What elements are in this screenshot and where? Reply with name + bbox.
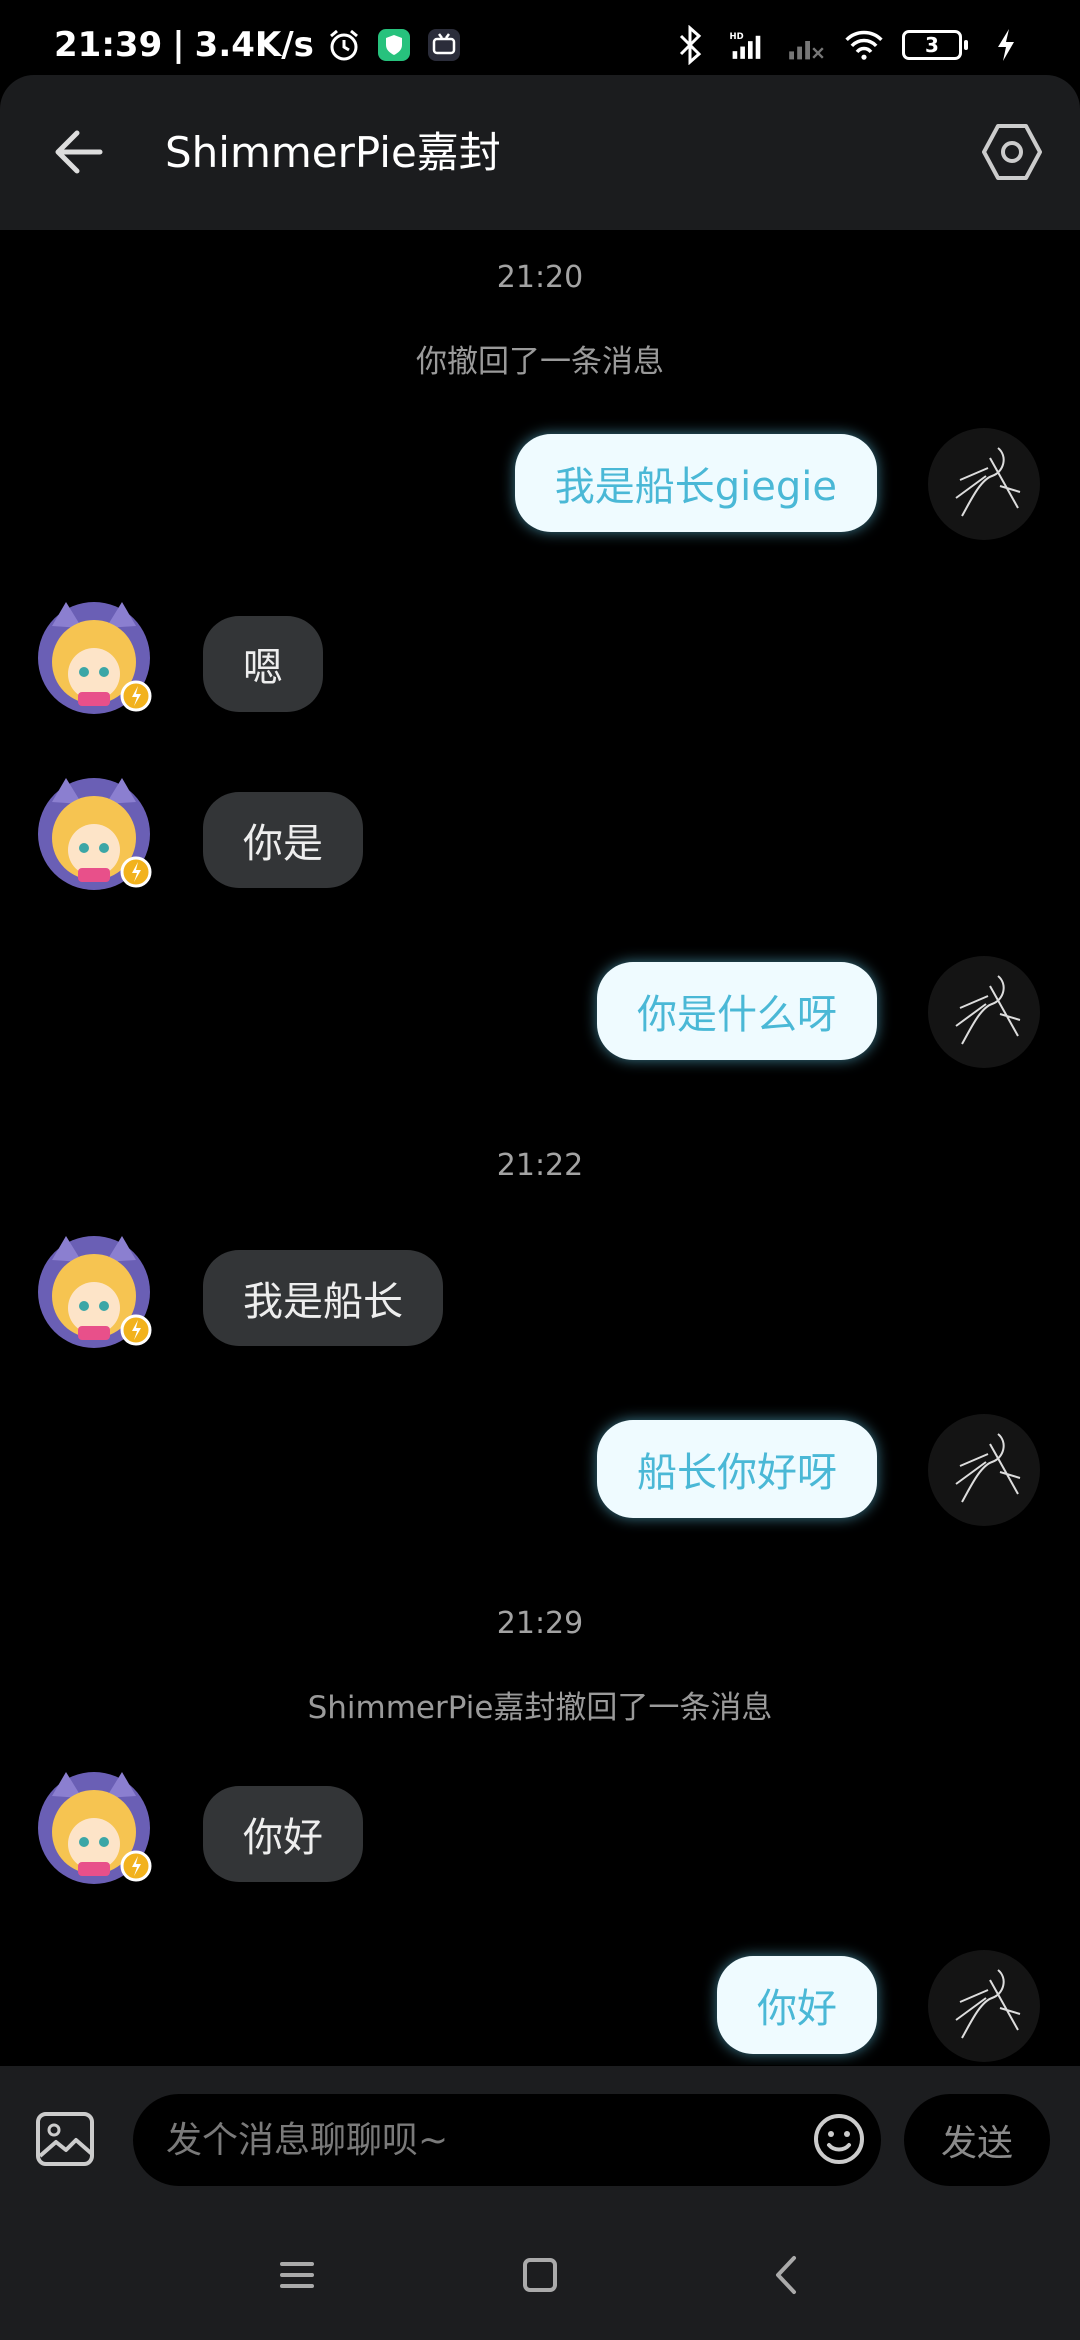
chat-title: ShimmerPie嘉封 — [165, 128, 501, 177]
message-list[interactable]: 21:20 你撤回了一条消息 我是船长giegie 嗯 你是 你是什么呀 21:… — [0, 230, 1080, 2065]
my-avatar[interactable] — [928, 956, 1040, 1068]
timestamp: 21:20 — [496, 260, 584, 295]
friend-avatar[interactable] — [28, 1220, 164, 1356]
chat-header: ShimmerPie嘉封 — [0, 75, 1080, 230]
square-icon — [523, 2258, 557, 2292]
friend-avatar[interactable] — [28, 586, 164, 722]
charging-icon — [986, 25, 1026, 65]
incoming-message[interactable]: 你好 — [203, 1786, 363, 1882]
sketch-avatar-icon — [955, 1433, 1021, 1503]
net-speed: 3.4K/s — [194, 25, 314, 65]
bilibili-icon — [424, 25, 464, 65]
image-button[interactable] — [34, 2108, 96, 2170]
smile-icon — [814, 2114, 864, 2164]
back-nav-button[interactable] — [762, 2250, 812, 2300]
status-right: HD 3 — [670, 25, 1026, 65]
wifi-icon — [844, 25, 884, 65]
timestamp: 21:22 — [496, 1148, 584, 1183]
system-message: 你撤回了一条消息 — [416, 344, 664, 380]
message-input[interactable] — [133, 2094, 881, 2186]
image-icon — [36, 2112, 94, 2166]
outgoing-message[interactable]: 船长你好呀 — [597, 1420, 877, 1518]
menu-nav-button[interactable] — [272, 2250, 322, 2300]
sketch-avatar-icon — [955, 975, 1021, 1045]
home-nav-button[interactable] — [515, 2250, 565, 2300]
battery-icon: 3 — [902, 30, 968, 60]
back-button[interactable] — [50, 125, 110, 180]
my-avatar[interactable] — [928, 1950, 1040, 2062]
sketch-avatar-icon — [955, 447, 1021, 517]
chevron-left-icon — [776, 2256, 796, 2294]
incoming-message[interactable]: 我是船长 — [203, 1250, 443, 1346]
timestamp: 21:29 — [496, 1606, 584, 1641]
emoji-button[interactable] — [812, 2112, 866, 2166]
hexagon-gear-icon — [982, 124, 1042, 180]
settings-button[interactable] — [980, 120, 1044, 184]
alarm-icon — [324, 25, 364, 65]
sketch-avatar-icon — [955, 1969, 1021, 2039]
battery-tip — [964, 40, 968, 50]
friend-avatar[interactable] — [28, 1756, 164, 1892]
menu-icon — [280, 2262, 314, 2288]
svg-text:HD: HD — [730, 31, 744, 41]
outgoing-message[interactable]: 你好 — [717, 1956, 877, 2054]
bluetooth-icon — [670, 25, 710, 65]
anime-avatar-icon — [38, 1236, 152, 1348]
hd-signal-icon: HD — [728, 25, 768, 65]
incoming-message[interactable]: 你是 — [203, 792, 363, 888]
arrow-left-icon — [55, 130, 103, 174]
my-avatar[interactable] — [928, 428, 1040, 540]
battery-level: 3 — [902, 30, 962, 60]
my-avatar[interactable] — [928, 1414, 1040, 1526]
signal-off-icon — [786, 25, 826, 65]
anime-avatar-icon — [38, 1772, 152, 1884]
status-separator: | — [172, 25, 185, 65]
outgoing-message[interactable]: 我是船长giegie — [514, 434, 877, 532]
outgoing-message[interactable]: 你是什么呀 — [597, 962, 877, 1060]
friend-avatar[interactable] — [28, 762, 164, 898]
send-button[interactable]: 发送 — [904, 2094, 1050, 2186]
anime-avatar-icon — [38, 602, 152, 714]
incoming-message[interactable]: 嗯 — [203, 616, 323, 712]
shield-app-icon — [374, 25, 414, 65]
status-left: 21:39 | 3.4K/s — [54, 25, 464, 65]
status-time: 21:39 — [54, 25, 163, 65]
system-message: ShimmerPie嘉封撤回了一条消息 — [307, 1690, 773, 1726]
anime-avatar-icon — [38, 778, 152, 890]
